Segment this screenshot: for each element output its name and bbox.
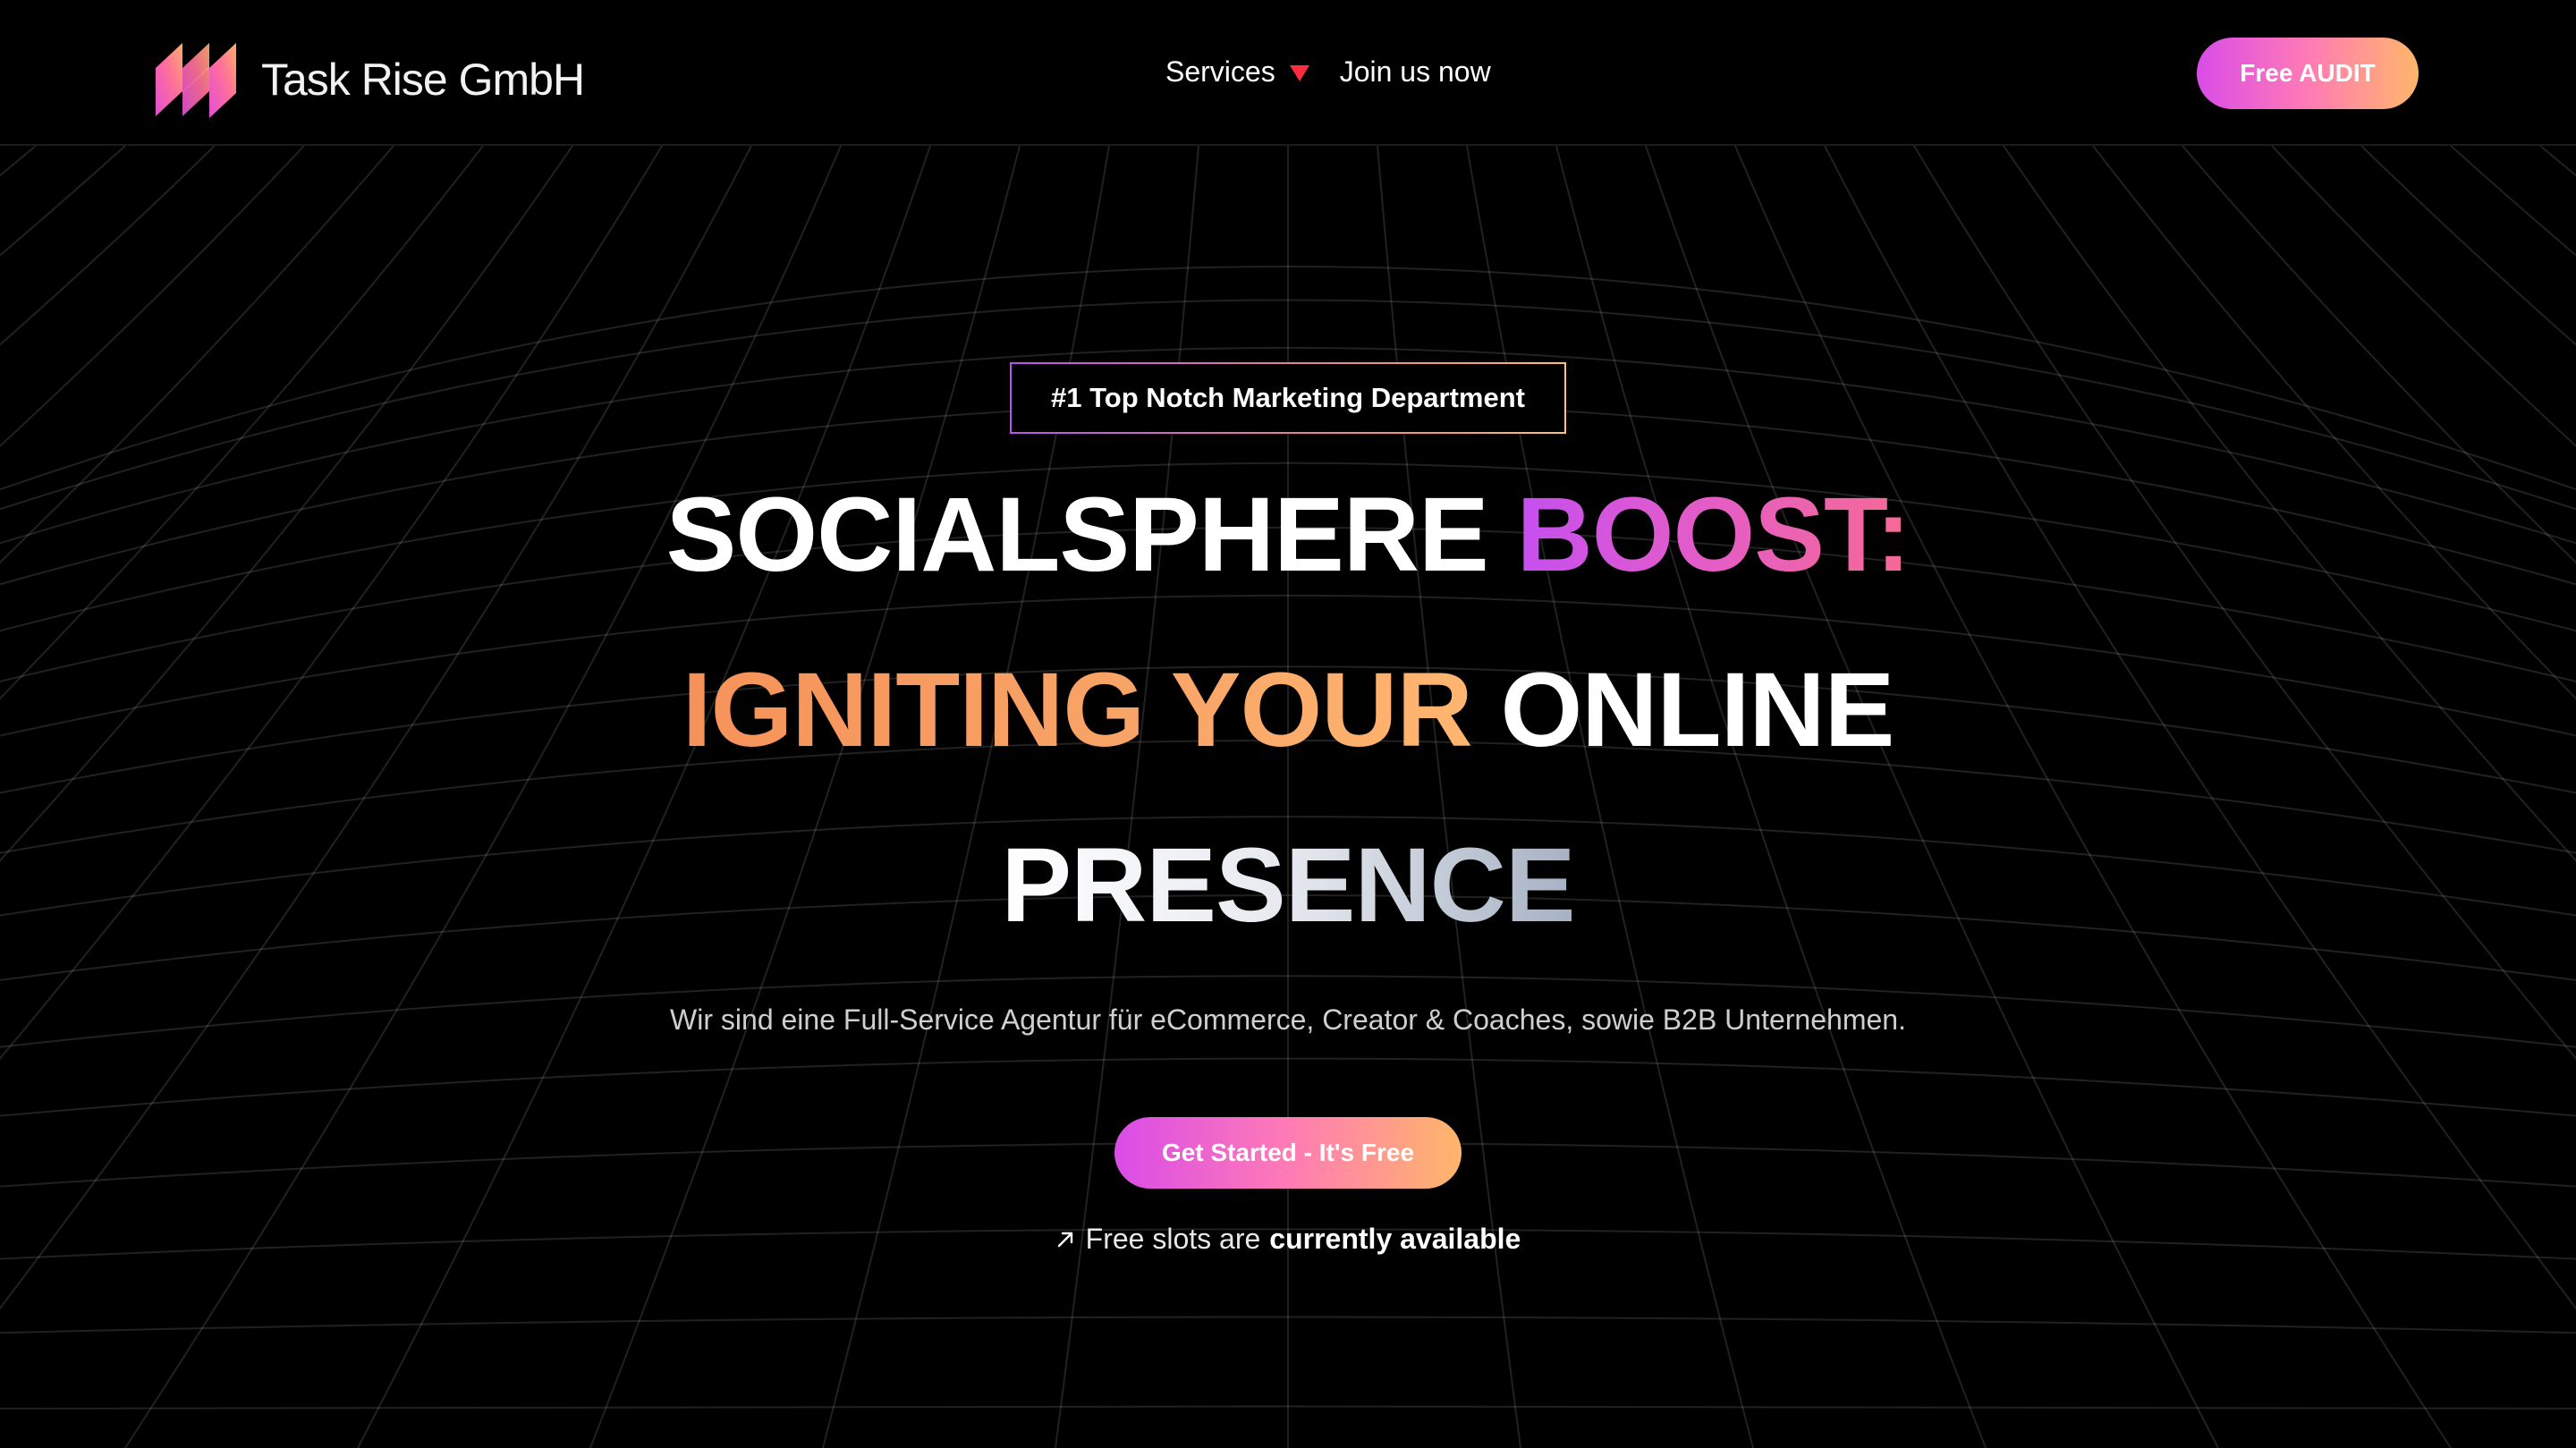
- brand-name: Task Rise GmbH: [261, 55, 585, 105]
- nav-services-label: Services: [1165, 55, 1275, 88]
- hero-title-presence: PRESENCE: [1001, 826, 1575, 944]
- hero-title-line-3: PRESENCE: [0, 816, 2576, 991]
- free-audit-button[interactable]: Free AUDIT: [2197, 38, 2419, 109]
- hero-badge-text: #1 Top Notch Marketing Department: [1012, 364, 1564, 432]
- logo[interactable]: Task Rise GmbH: [156, 41, 585, 118]
- hero-title-boost: BOOST:: [1516, 476, 1911, 594]
- hero-title-line-2: IGNITING YOUR ONLINE: [0, 640, 2576, 816]
- page: Task Rise GmbH Services Join us now Free…: [0, 0, 2576, 1448]
- hero-subtitle: Wir sind eine Full-Service Agentur für e…: [670, 1003, 1906, 1036]
- hero-title-socialsphere: SOCIALSPHERE: [665, 476, 1489, 594]
- free-slots-prefix: Free slots are: [1085, 1223, 1261, 1255]
- free-slots-note: Free slots are currently available: [0, 1223, 2576, 1256]
- site-header: Task Rise GmbH Services Join us now Free…: [0, 0, 2576, 146]
- hero-title-line-1: SOCIALSPHERE BOOST:: [0, 465, 2576, 640]
- hero-title-igniting: IGNITING YOUR: [682, 651, 1473, 769]
- hero-title: SOCIALSPHERE BOOST: IGNITING YOUR ONLINE…: [0, 465, 2576, 991]
- hero-title-online: ONLINE: [1500, 651, 1895, 769]
- nav-join-us[interactable]: Join us now: [1340, 55, 1491, 89]
- nav-services[interactable]: Services: [1165, 55, 1309, 89]
- nav-join-label: Join us now: [1339, 55, 1491, 88]
- caret-down-icon: [1289, 64, 1309, 81]
- arrow-up-right-icon: [1057, 1232, 1072, 1247]
- main-nav: Services Join us now: [1165, 55, 1491, 89]
- hero-badge: #1 Top Notch Marketing Department: [1010, 362, 1566, 434]
- free-slots-availability: currently available: [1269, 1223, 1521, 1255]
- task-rise-logo-icon: [156, 43, 236, 118]
- get-started-button[interactable]: Get Started - It's Free: [1114, 1117, 1462, 1189]
